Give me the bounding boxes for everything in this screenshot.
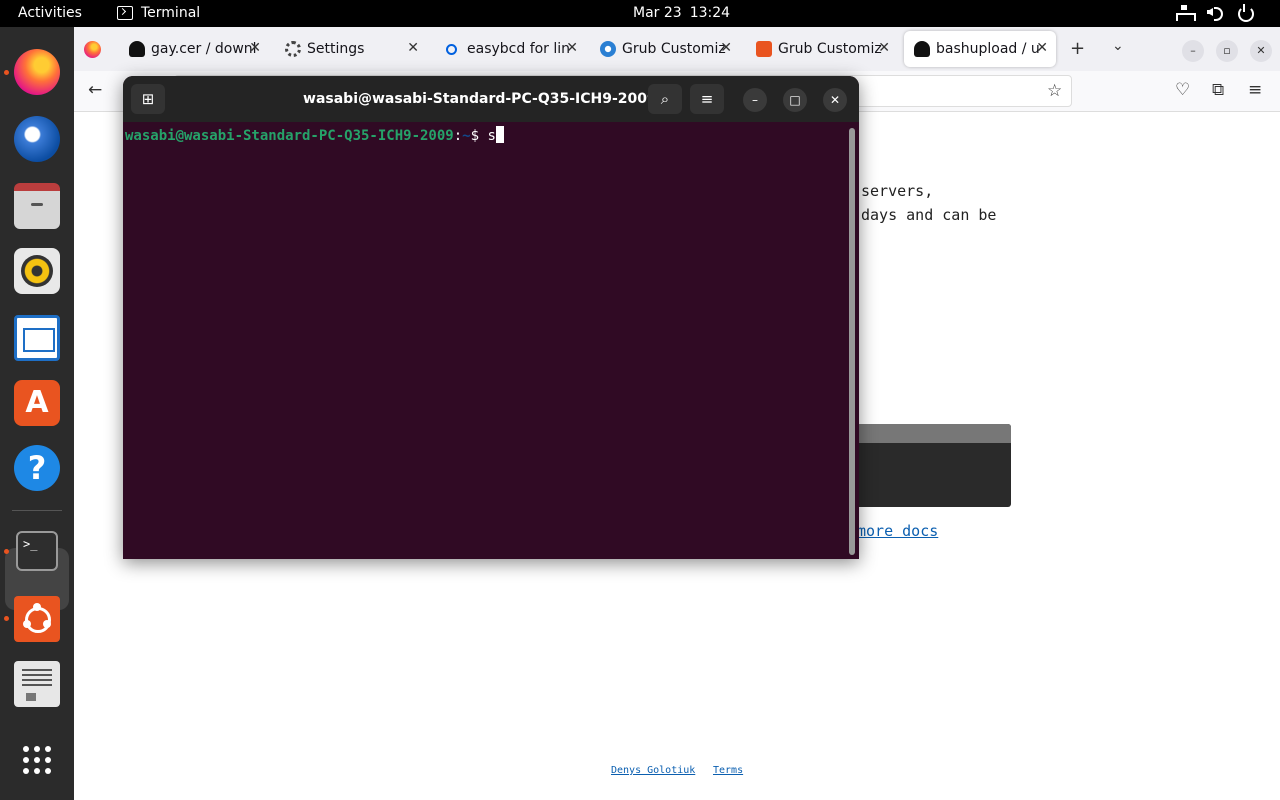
dock-separator — [12, 510, 62, 511]
volume-icon[interactable] — [1206, 4, 1223, 21]
dock: A ? >_ — [0, 27, 74, 800]
system-tray[interactable] — [1176, 4, 1254, 22]
extensions-icon[interactable]: ⧉ — [1212, 80, 1224, 100]
thunderbird-icon[interactable] — [14, 116, 60, 162]
tab-gay-cer[interactable]: gay.cer / downl ✕ — [119, 31, 269, 67]
close-icon[interactable]: ✕ — [823, 88, 847, 112]
close-icon[interactable]: ✕ — [878, 40, 890, 56]
hamburger-menu-icon[interactable]: ≡ — [690, 84, 724, 114]
terminal-icon — [117, 6, 133, 20]
prompt-symbol: $ — [470, 128, 488, 144]
page-text: servers, — [861, 182, 934, 200]
files-icon[interactable] — [14, 183, 60, 229]
maximize-icon[interactable]: □ — [783, 88, 807, 112]
terminal-output[interactable]: wasabi@wasabi-Standard-PC-Q35-ICH9-2009:… — [125, 126, 504, 144]
close-window-icon[interactable]: ✕ — [1250, 40, 1272, 62]
gear-icon — [285, 41, 301, 57]
clock-date: Mar 23 — [633, 5, 682, 21]
text-editor-icon[interactable] — [14, 661, 60, 707]
restore-icon[interactable]: ▫ — [1216, 40, 1238, 62]
terminal-scrollbar[interactable] — [849, 128, 855, 555]
help-icon[interactable]: ? — [14, 445, 60, 491]
clock[interactable]: Mar 23 13:24 — [633, 5, 730, 21]
author-link[interactable]: Denys Golotiuk — [611, 765, 695, 776]
prompt-user: wasabi@wasabi-Standard-PC-Q35-ICH9-2009 — [125, 128, 454, 144]
app-store-icon[interactable]: A — [14, 380, 60, 426]
minimize-icon[interactable]: – — [1182, 40, 1204, 62]
tab-settings[interactable]: Settings ✕ — [275, 31, 427, 67]
grub-icon — [756, 41, 772, 57]
command-input: s — [487, 128, 496, 144]
app-name: Terminal — [141, 5, 201, 21]
text-cursor — [495, 126, 504, 143]
power-icon[interactable] — [1236, 4, 1254, 22]
menu-icon[interactable]: ≡ — [1248, 80, 1262, 100]
more-docs-link[interactable]: more docs — [857, 522, 938, 540]
close-icon[interactable]: ✕ — [407, 40, 419, 56]
close-icon[interactable]: ✕ — [720, 40, 732, 56]
pocket-icon[interactable]: ♡ — [1175, 80, 1190, 100]
tab-grub-customizer-1[interactable]: Grub Customiz ✕ — [590, 31, 740, 67]
running-indicator — [4, 616, 9, 621]
close-icon[interactable]: ✕ — [249, 40, 261, 56]
prompt-path: ~ — [462, 128, 471, 144]
bookmark-star-icon[interactable]: ☆ — [1047, 81, 1062, 101]
cloud-upload-icon — [129, 41, 145, 57]
terminal-dock-icon[interactable]: >_ — [16, 531, 58, 571]
minimize-icon[interactable]: – — [743, 88, 767, 112]
tab-grub-customizer-2[interactable]: Grub Customiz ✕ — [746, 31, 898, 67]
code-block-header — [844, 424, 1011, 443]
close-icon[interactable]: ✕ — [1036, 40, 1048, 56]
globe-icon — [600, 41, 616, 57]
back-icon[interactable]: ← — [88, 80, 102, 100]
show-applications-icon[interactable] — [14, 737, 60, 783]
terminal-headerbar[interactable]: ⊞ wasabi@wasabi-Standard-PC-Q35-ICH9-200… — [123, 76, 859, 122]
rhythmbox-icon[interactable] — [14, 248, 60, 294]
activities-button[interactable]: Activities — [18, 5, 82, 21]
network-icon[interactable] — [1176, 4, 1196, 21]
tab-bar: gay.cer / downl ✕ Settings ✕ easybcd for… — [74, 27, 1280, 71]
list-tabs-icon[interactable]: ⌄ — [1112, 38, 1124, 54]
terminal-window[interactable]: ⊞ wasabi@wasabi-Standard-PC-Q35-ICH9-200… — [123, 76, 859, 559]
terms-link[interactable]: Terms — [713, 765, 743, 776]
writer-icon[interactable] — [14, 315, 60, 361]
search-icon[interactable]: ⌕ — [648, 84, 682, 114]
running-indicator — [4, 549, 9, 554]
close-icon[interactable]: ✕ — [566, 40, 578, 56]
prompt-separator: : — [453, 128, 463, 144]
code-block — [844, 424, 1011, 507]
new-tab-icon[interactable]: + — [1070, 38, 1085, 59]
firefox-view-icon[interactable] — [84, 41, 101, 58]
tab-bashupload[interactable]: bashupload / u ✕ — [904, 31, 1056, 67]
top-bar: Activities Terminal Mar 23 13:24 — [0, 0, 1280, 27]
tab-easybcd[interactable]: easybcd for lin ✕ — [436, 31, 586, 67]
clock-time: 13:24 — [689, 5, 731, 21]
cloud-upload-icon — [914, 41, 930, 57]
firefox-icon[interactable] — [14, 49, 60, 95]
software-updater-icon[interactable] — [14, 596, 60, 642]
page-text: days and can be — [861, 206, 997, 224]
search-icon — [446, 43, 457, 55]
app-menu[interactable]: Terminal — [117, 5, 200, 21]
running-indicator — [4, 70, 9, 75]
